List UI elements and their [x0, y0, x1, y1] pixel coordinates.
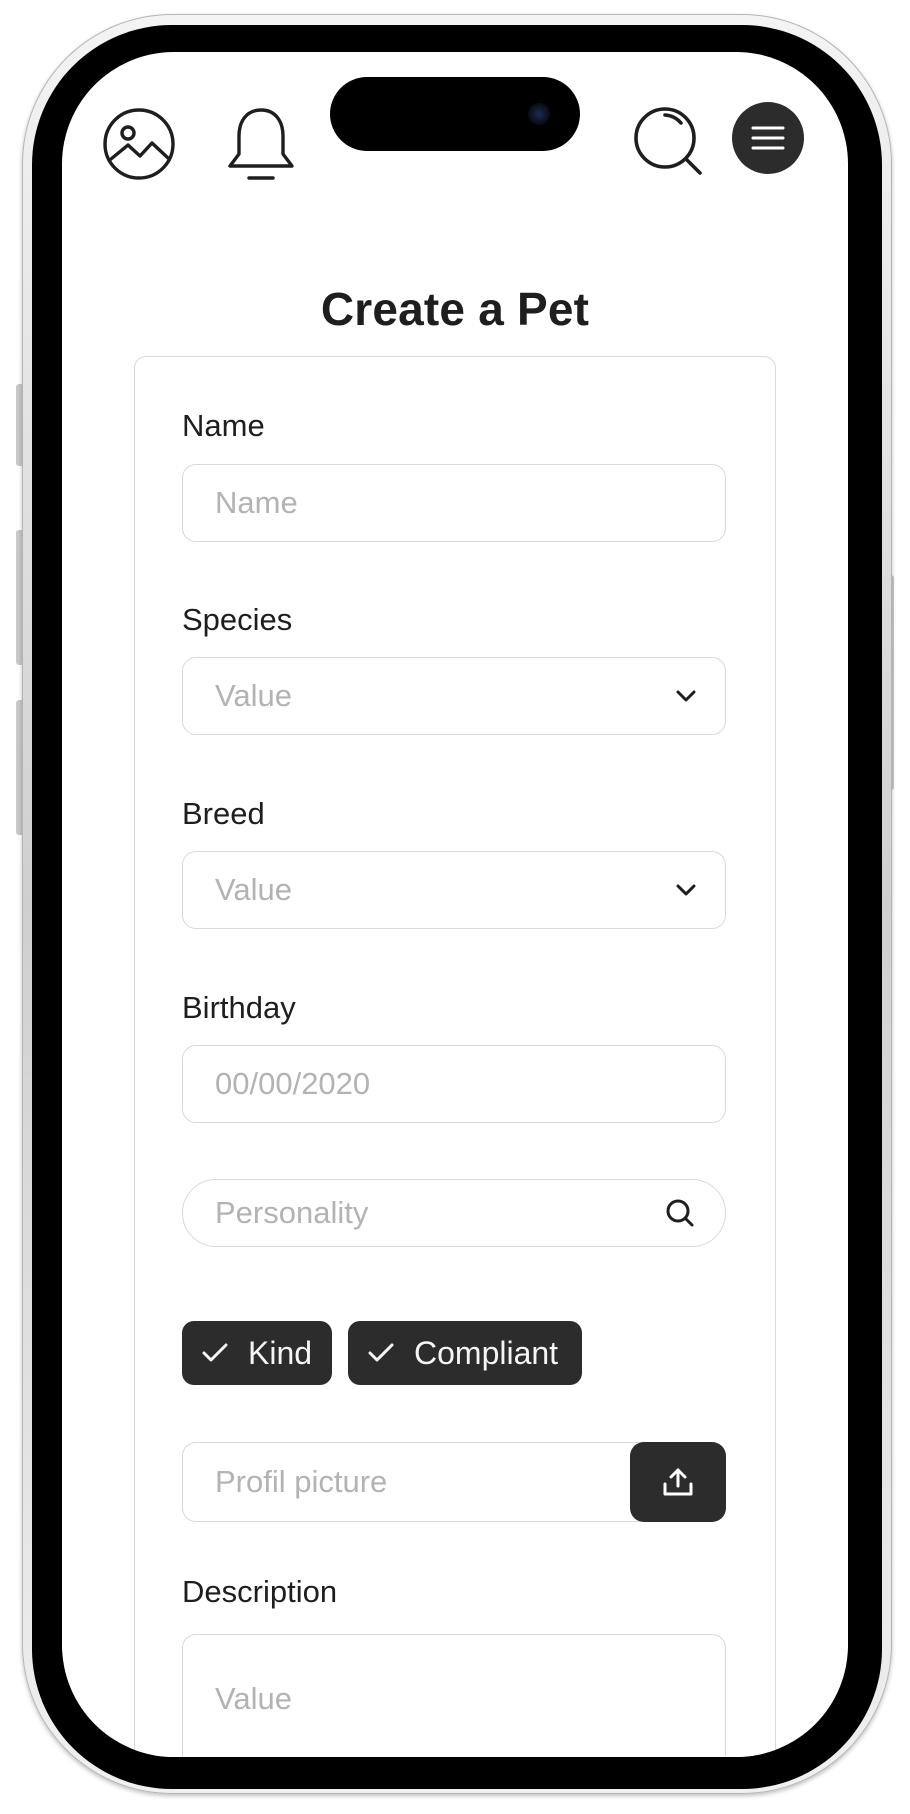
chip-label: Compliant [414, 1334, 559, 1371]
name-label: Name [182, 408, 265, 443]
form-viewport: Name Name Species Value Breed Value Birt… [62, 52, 848, 1757]
chip-label: Kind [248, 1334, 313, 1371]
check-icon [202, 1343, 228, 1362]
birthday-label: Birthday [182, 990, 296, 1025]
breed-select[interactable]: Value [182, 851, 726, 929]
name-input[interactable]: Name [182, 464, 726, 542]
birthday-input[interactable]: 00/00/2020 [182, 1045, 726, 1123]
personality-placeholder: Personality [215, 1195, 369, 1230]
personality-search-input[interactable]: Personality [182, 1179, 726, 1247]
profile-picture-placeholder: Profil picture [215, 1464, 388, 1499]
upload-icon [663, 1468, 693, 1496]
species-placeholder: Value [215, 678, 292, 713]
chevron-down-icon [676, 690, 696, 702]
chip-compliant[interactable]: Compliant [348, 1321, 582, 1385]
check-icon [368, 1343, 394, 1362]
description-placeholder: Value [215, 1681, 292, 1716]
birthday-placeholder: 00/00/2020 [215, 1066, 371, 1101]
species-label: Species [182, 602, 293, 637]
name-placeholder: Name [215, 485, 298, 520]
species-select[interactable]: Value [182, 657, 726, 735]
chip-kind[interactable]: Kind [182, 1321, 332, 1385]
description-textarea[interactable]: Value [182, 1634, 726, 1757]
breed-label: Breed [182, 796, 265, 831]
chevron-down-icon [676, 884, 696, 896]
upload-button[interactable] [630, 1442, 726, 1522]
description-label: Description [182, 1574, 338, 1609]
profile-picture-upload: Profil picture [182, 1442, 726, 1522]
breed-placeholder: Value [215, 872, 292, 907]
search-icon [666, 1199, 694, 1227]
profile-picture-input[interactable]: Profil picture [182, 1442, 652, 1522]
